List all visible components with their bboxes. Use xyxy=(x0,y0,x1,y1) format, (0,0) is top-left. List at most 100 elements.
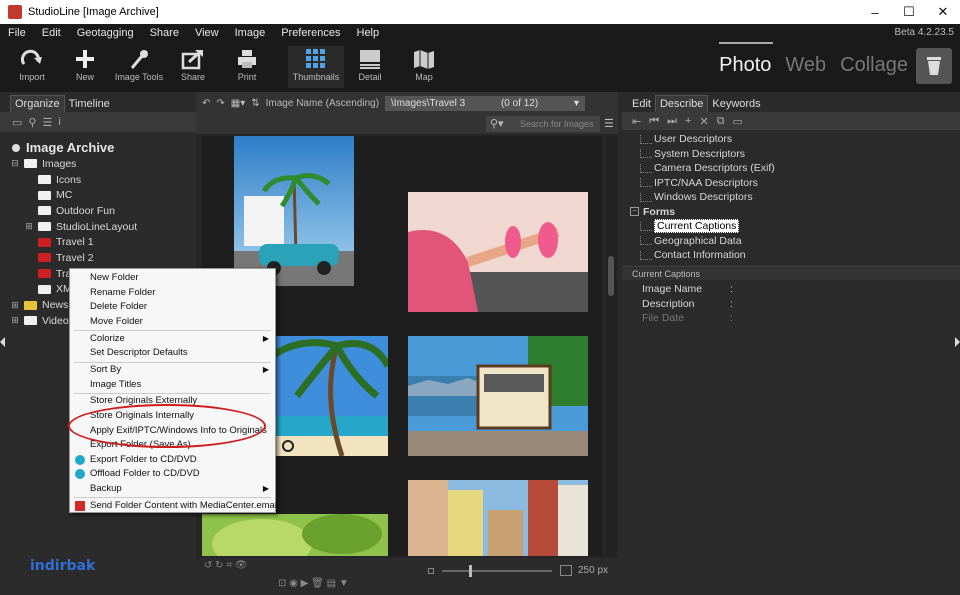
back-icon[interactable]: ↶ xyxy=(202,98,210,109)
navigate-first-icon[interactable]: ⇤ xyxy=(632,115,641,128)
descriptor-item[interactable]: Camera Descriptors (Exif) xyxy=(630,161,960,176)
sort-label[interactable]: Image Name (Ascending) xyxy=(266,98,379,109)
context-menu-item[interactable]: Apply Exif/IPTC/Windows Info to Original… xyxy=(70,424,275,438)
path-dropdown[interactable]: \Images\Travel 3 (0 of 12) ▾ xyxy=(385,95,586,111)
context-menu-item[interactable]: Delete Folder xyxy=(70,300,275,314)
context-menu-item[interactable]: New Folder xyxy=(70,271,275,285)
descriptor-item[interactable]: System Descriptors xyxy=(630,147,960,162)
tree-item[interactable]: Icons xyxy=(0,172,196,188)
caption-field[interactable]: File Date: xyxy=(630,311,733,326)
caption-field[interactable]: Description: xyxy=(630,297,733,312)
share-button[interactable]: Share xyxy=(165,46,221,82)
zoom-slider[interactable] xyxy=(442,570,552,572)
expand-toggle-icon[interactable]: ⊞ xyxy=(10,300,20,311)
delete-icon[interactable]: ✕ xyxy=(699,115,708,128)
tab-describe[interactable]: Describe xyxy=(654,95,709,112)
context-menu-item[interactable]: Backup ▶ xyxy=(70,482,275,496)
navigate-prev-icon[interactable]: ⏮ xyxy=(649,115,659,128)
menu-geotagging[interactable]: Geotagging xyxy=(69,27,142,39)
maximize-button[interactable]: ☐ xyxy=(892,0,926,24)
mode-photo[interactable]: Photo xyxy=(719,54,771,77)
archive-root[interactable]: Image Archive xyxy=(0,132,196,155)
menu-preferences[interactable]: Preferences xyxy=(273,27,348,39)
tab-timeline[interactable]: Timeline xyxy=(65,96,114,112)
navigate-next-icon[interactable]: ⏭ xyxy=(667,115,677,128)
expand-toggle-icon[interactable]: ⊟ xyxy=(10,158,20,169)
mode-collage[interactable]: Collage xyxy=(840,54,908,77)
context-menu-item[interactable]: Offload Folder to CD/DVD xyxy=(70,467,275,481)
rotate-icon[interactable]: ↺ ↻ ⌗ 👁 xyxy=(204,560,247,571)
menu-file[interactable]: File xyxy=(0,27,34,39)
descriptor-item[interactable]: Windows Descriptors xyxy=(630,190,960,205)
field-value[interactable]: : xyxy=(730,312,733,324)
thumbnail-colorful-street[interactable] xyxy=(408,480,588,556)
tab-edit[interactable]: Edit xyxy=(628,96,655,112)
context-menu-item[interactable]: Store Originals Externally xyxy=(70,394,275,408)
collapse-toggle-icon[interactable]: − xyxy=(630,207,639,217)
forward-icon[interactable]: ↷ xyxy=(216,98,224,109)
menu-help[interactable]: Help xyxy=(349,27,388,39)
import-button[interactable]: Import xyxy=(4,46,60,82)
form-item[interactable]: Contact Information xyxy=(630,248,960,263)
print-button[interactable]: Print xyxy=(219,46,275,82)
image-tools-button[interactable]: Image Tools xyxy=(111,46,167,82)
trash-button[interactable] xyxy=(916,48,952,84)
context-menu-item[interactable]: Set Descriptor Defaults xyxy=(70,346,275,360)
expand-toggle-icon[interactable]: ⊞ xyxy=(10,315,20,326)
copy-icon[interactable]: ⧉ xyxy=(717,115,725,128)
thumbnail-pink-car[interactable] xyxy=(408,192,588,312)
context-menu-item[interactable]: Store Originals Internally xyxy=(70,409,275,423)
field-value[interactable]: : xyxy=(730,283,733,295)
menu-share[interactable]: Share xyxy=(142,27,187,39)
context-menu-item[interactable]: Move Folder xyxy=(70,315,275,329)
tree-item[interactable]: ⊟ Images xyxy=(0,156,196,172)
menu-image[interactable]: Image xyxy=(227,27,274,39)
caption-field[interactable]: Image Name: xyxy=(630,282,733,297)
tree-item[interactable]: MC xyxy=(0,187,196,203)
thumbnail-green-foliage[interactable] xyxy=(202,514,388,556)
detail-button[interactable]: Detail xyxy=(342,46,398,82)
map-button[interactable]: Map xyxy=(396,46,452,82)
add-icon[interactable]: + xyxy=(685,115,691,127)
context-menu-item[interactable]: Image Titles xyxy=(70,378,275,392)
tab-keywords[interactable]: Keywords xyxy=(708,96,764,112)
minimize-button[interactable]: – xyxy=(858,0,892,24)
info-icon[interactable]: i xyxy=(58,116,60,128)
list-icon[interactable]: ☰ xyxy=(42,116,52,129)
context-menu-item[interactable]: Sort By ▶ xyxy=(70,363,275,377)
forms-group[interactable]: − Forms xyxy=(630,205,960,220)
thumbnails-button[interactable]: Thumbnails xyxy=(288,46,344,88)
folder-icon[interactable]: ▭ xyxy=(12,116,22,129)
close-button[interactable]: ✕ xyxy=(926,0,960,24)
tree-item[interactable]: Travel 1 xyxy=(0,234,196,250)
descriptor-item[interactable]: User Descriptors xyxy=(630,132,960,147)
form-item[interactable]: Current Captions xyxy=(630,219,960,234)
thumbnail-cable-car[interactable] xyxy=(408,336,588,456)
menu-edit[interactable]: Edit xyxy=(34,27,69,39)
field-value[interactable]: : xyxy=(730,298,733,310)
menu-icon[interactable]: ☰ xyxy=(604,117,614,130)
zoom-slider-handle[interactable] xyxy=(469,565,472,577)
folder-icon[interactable]: ▭ xyxy=(733,115,743,128)
tab-organize[interactable]: Organize xyxy=(10,95,65,112)
play-icon[interactable]: ⊡ ◉ ▶ 🗑 ▤ ▼ xyxy=(278,578,349,589)
thumbnail-car-beach[interactable] xyxy=(234,136,354,286)
search-icon[interactable]: ⚲ xyxy=(28,116,36,129)
thumbnail-scrollbar[interactable] xyxy=(606,136,616,556)
context-menu-item[interactable]: Export Folder (Save As) xyxy=(70,438,275,452)
sort-icon[interactable]: ⇅ xyxy=(251,98,259,109)
collapse-right-icon[interactable] xyxy=(955,337,960,347)
context-menu-item[interactable]: Send Folder Content with MediaCenter.ema… xyxy=(70,499,279,513)
form-item[interactable]: Geographical Data xyxy=(630,234,960,249)
mode-web[interactable]: Web xyxy=(785,54,826,77)
new-button[interactable]: New xyxy=(57,46,113,82)
menu-view[interactable]: View xyxy=(187,27,227,39)
tree-item[interactable]: Travel 2 xyxy=(0,250,196,266)
collapse-left-icon[interactable] xyxy=(0,337,5,347)
view-grid-icon[interactable]: ▦▾ xyxy=(231,98,245,109)
tree-item[interactable]: ⊞ StudioLineLayout xyxy=(0,219,196,235)
context-menu-item[interactable]: Rename Folder xyxy=(70,286,275,300)
context-menu-item[interactable]: Colorize ▶ xyxy=(70,332,275,346)
expand-toggle-icon[interactable]: ⊞ xyxy=(24,221,34,232)
context-menu-item[interactable]: Export Folder to CD/DVD xyxy=(70,453,275,467)
